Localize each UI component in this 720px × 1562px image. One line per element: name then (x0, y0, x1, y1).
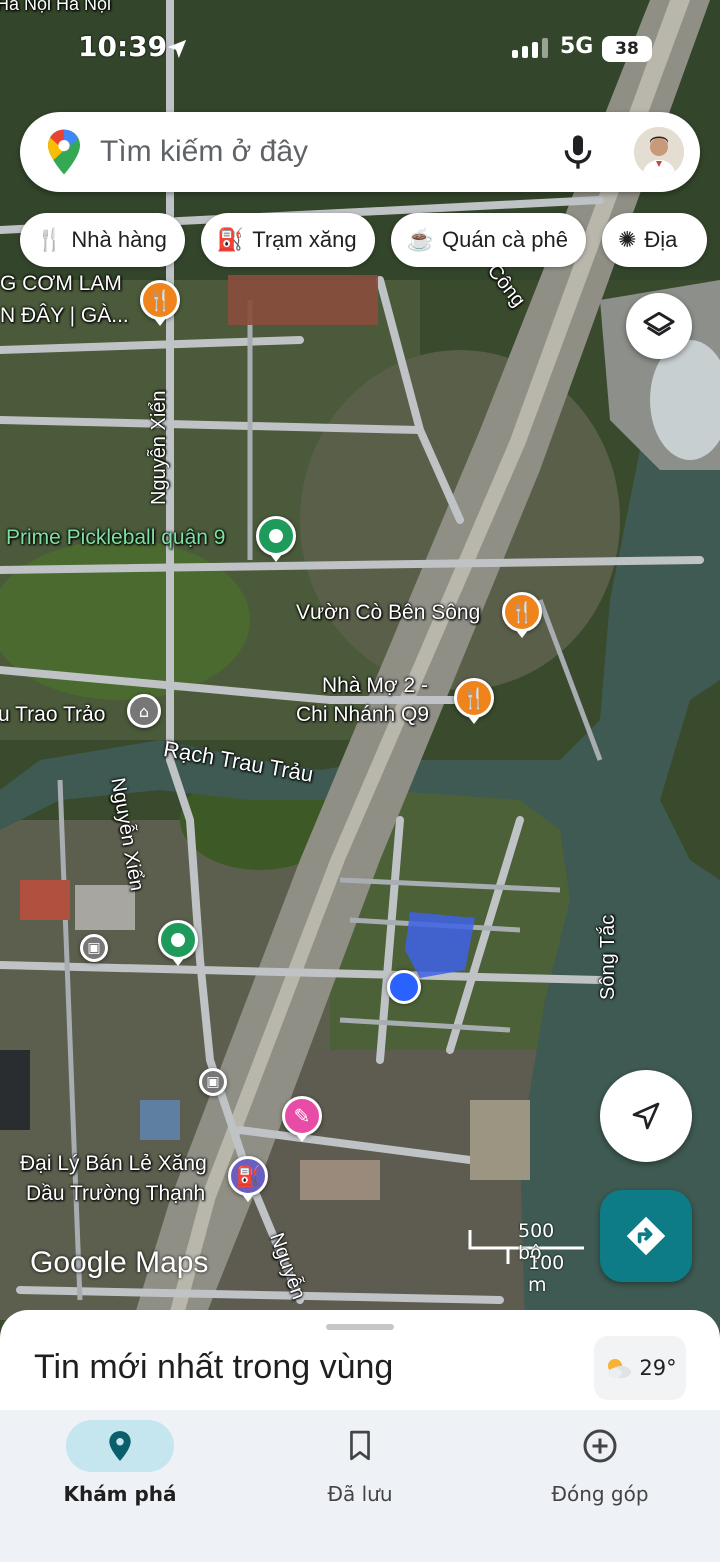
my-location-button[interactable] (600, 1070, 692, 1162)
map-label-nha-mo[interactable]: Nhà Mợ 2 - (322, 674, 428, 698)
directions-button[interactable] (600, 1190, 692, 1282)
microphone-icon[interactable] (558, 132, 598, 172)
attractions-icon: ✺ (617, 227, 637, 252)
weather-chip[interactable]: 29° (594, 1336, 686, 1400)
chip-gas-stations[interactable]: ⛽ Trạm xăng (200, 213, 375, 267)
bottom-navigation: Khám phá Đã lưu Đóng góp (0, 1410, 720, 1562)
location-pin-icon (100, 1426, 140, 1466)
gas-station-icon: ⛽ (235, 1164, 261, 1188)
gas-station-pin[interactable]: ⛽ (228, 1156, 268, 1196)
restaurant-icon: 🍴 (36, 227, 64, 252)
status-bar: 10:39 5G 38 (0, 0, 720, 96)
map-label-truong-thanh[interactable]: Dầu Trường Thạnh (26, 1182, 205, 1206)
chip-restaurants[interactable]: 🍴 Nhà hàng (20, 213, 185, 267)
status-time: 10:39 (78, 30, 168, 63)
layers-button[interactable] (626, 293, 692, 359)
sheet-drag-handle[interactable] (326, 1324, 394, 1330)
chip-label: Quán cà phê (441, 227, 568, 252)
battery-icon: 38 (602, 36, 652, 62)
chip-label: Địa (644, 227, 678, 252)
google-maps-logo-icon (48, 129, 80, 175)
my-location-dot (387, 970, 421, 1004)
layers-icon (643, 311, 675, 336)
nav-explore[interactable]: Khám phá (0, 1410, 240, 1562)
bus-stop-pin[interactable]: ▣ (80, 934, 108, 962)
sheet-title: Tin mới nhất trong vùng (34, 1348, 394, 1386)
map-label-com-lam-2[interactable]: N ĐÂY | GÀ... (0, 304, 129, 328)
location-arrow-icon (167, 39, 187, 59)
directions-icon (626, 1216, 666, 1256)
network-type: 5G (560, 34, 594, 59)
category-chips: 🍴 Nhà hàng ⛽ Trạm xăng ☕ Quán cà phê ✺ Đ… (20, 213, 708, 267)
place-pin[interactable] (158, 920, 198, 960)
restaurant-pin-vuon-co[interactable]: 🍴 (502, 592, 542, 632)
avatar[interactable] (634, 127, 684, 177)
nav-contribute[interactable]: Đóng góp (480, 1410, 720, 1562)
place-pin-pickleball[interactable] (256, 516, 296, 556)
chip-attractions[interactable]: ✺ Địa (601, 213, 708, 267)
map-label-vuon-co[interactable]: Vườn Cò Bên Sông (296, 601, 480, 625)
map-view[interactable]: Hà Nội Hà Nội G CƠM LAM N ĐÂY | GÀ... Ng… (0, 0, 720, 1330)
navigation-arrow-icon (632, 1102, 660, 1130)
restaurant-pin[interactable]: 🍴 (140, 280, 180, 320)
weather-temp: 29° (639, 1356, 677, 1380)
shopping-pin[interactable]: ✎ (282, 1096, 322, 1136)
signal-icon (512, 38, 548, 58)
restaurant-pin-nha-mo[interactable]: 🍴 (454, 678, 494, 718)
bus-stop-pin-2[interactable]: ▣ (199, 1068, 227, 1096)
nav-label: Khám phá (63, 1482, 177, 1506)
map-label-trao-trao[interactable]: u Trao Trảo (0, 703, 105, 727)
waterway-label-song-tac: Sông Tắc (597, 914, 619, 1000)
nav-saved[interactable]: Đã lưu (240, 1410, 480, 1562)
profile-photo-icon (634, 127, 684, 177)
chip-coffee[interactable]: ☕ Quán cà phê (390, 213, 586, 267)
partly-cloudy-icon (608, 1359, 632, 1378)
chip-label: Nhà hàng (71, 227, 167, 252)
chip-label: Trạm xăng (252, 227, 357, 252)
gas-station-icon: ⛽ (216, 227, 245, 252)
scale-metric: 100 m (528, 1252, 565, 1296)
map-label-com-lam[interactable]: G CƠM LAM (0, 272, 122, 296)
search-input[interactable]: Tìm kiếm ở đây (100, 135, 558, 169)
map-label-chi-nhanh[interactable]: Chi Nhánh Q9 (296, 703, 429, 727)
nav-label: Đã lưu (327, 1482, 393, 1506)
shopping-icon: ✎ (293, 1104, 311, 1128)
restaurant-icon: 🍴 (147, 288, 173, 312)
bus-icon: ▣ (206, 1074, 220, 1090)
google-maps-watermark: Google Maps (30, 1246, 209, 1279)
bus-icon: ▣ (87, 940, 101, 956)
restaurant-icon: 🍴 (509, 600, 535, 624)
restaurant-icon: 🍴 (461, 686, 487, 710)
bridge-pin[interactable]: ⌂ (127, 694, 161, 728)
bridge-icon: ⌂ (138, 701, 150, 721)
search-bar[interactable]: Tìm kiếm ở đây (20, 112, 700, 192)
place-dot-icon (171, 933, 185, 947)
nav-label: Đóng góp (551, 1482, 649, 1506)
place-dot-icon (269, 529, 283, 543)
road-label-nguyen-xien: Nguyễn Xiển (148, 390, 170, 505)
bookmark-icon (340, 1426, 380, 1466)
map-label-pickleball[interactable]: Prime Pickleball quận 9 (6, 526, 225, 550)
add-circle-icon (580, 1426, 620, 1466)
coffee-icon: ☕ (406, 227, 434, 252)
map-label-dai-ly[interactable]: Đại Lý Bán Lẻ Xăng (20, 1152, 207, 1176)
